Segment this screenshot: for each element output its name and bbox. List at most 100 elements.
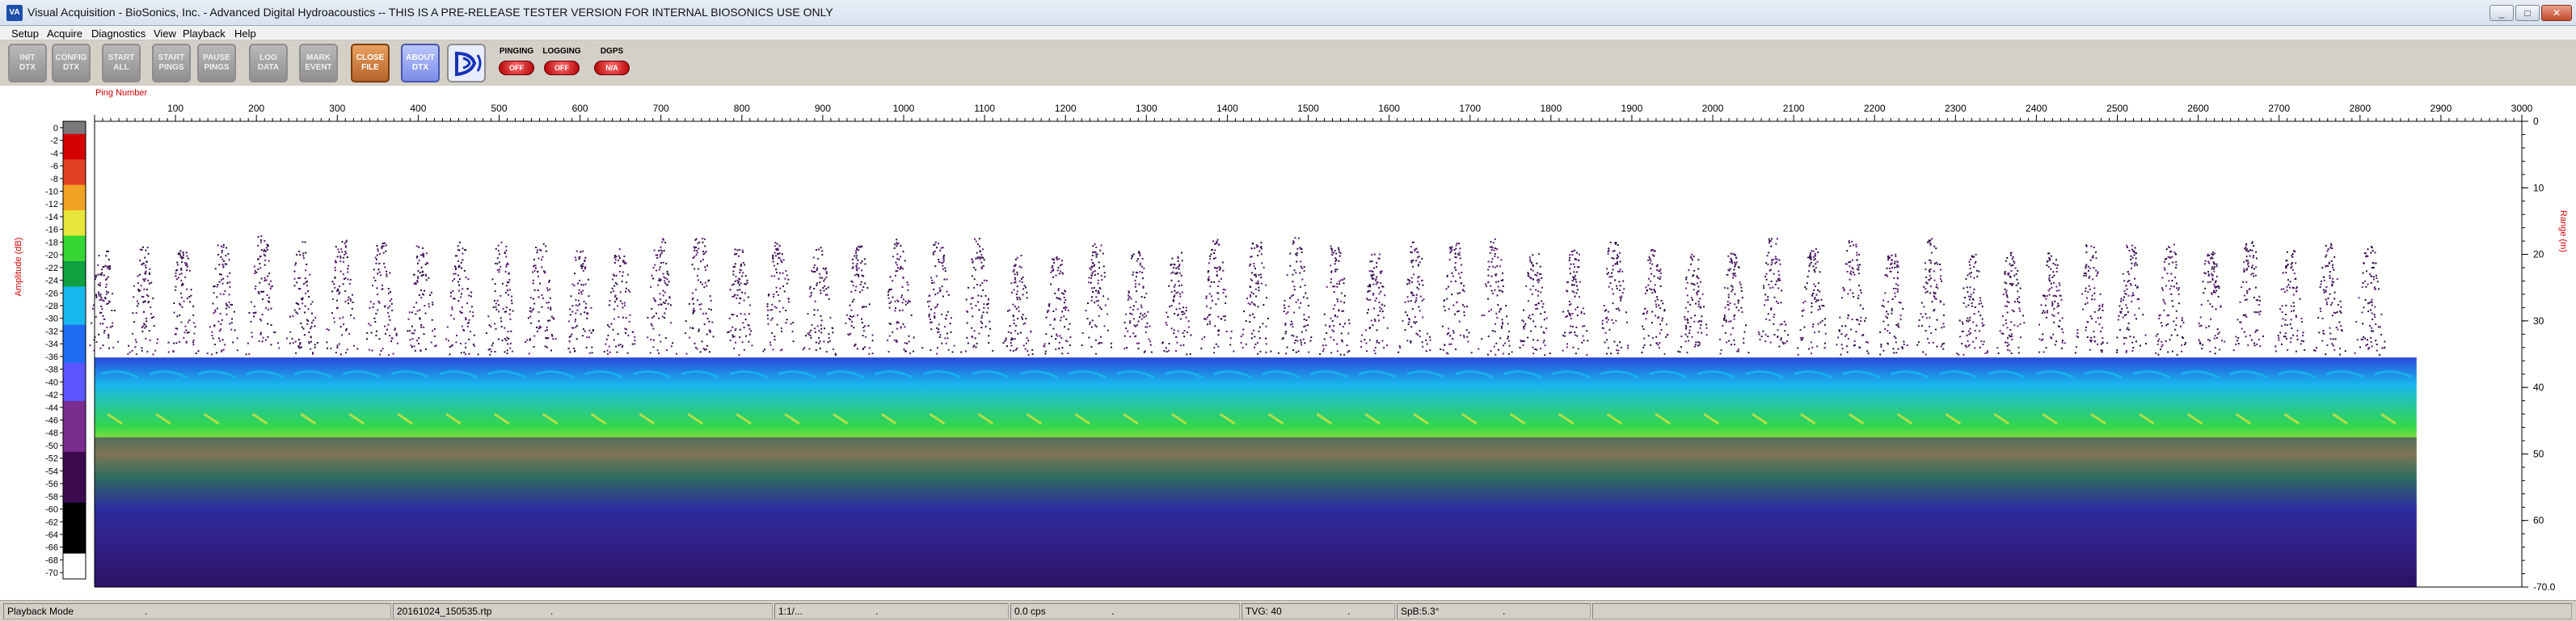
pinging-indicator: PINGING OFF	[495, 44, 538, 82]
window-title: Visual Acquisition - BioSonics, Inc. - A…	[27, 6, 833, 19]
menu-playback[interactable]: Playback	[183, 27, 226, 40]
x-tick-label: 1300	[1136, 103, 1157, 114]
mark-event-button[interactable]: MARK EVENT	[299, 44, 338, 82]
about-dtx-button[interactable]: ABOUT DTX	[401, 44, 440, 82]
init-dtx-button[interactable]: INIT DTX	[8, 44, 47, 82]
range-tick-label: 60	[2533, 515, 2544, 526]
pinging-label: PINGING	[499, 47, 534, 56]
amplitude-tick-label: -8	[50, 175, 58, 184]
status-file-dot: .	[550, 606, 554, 617]
range-tick-label: 0	[2533, 116, 2539, 127]
biosonics-logo-icon[interactable]	[447, 44, 486, 82]
amplitude-tick-label: -4	[50, 149, 58, 158]
amplitude-tick-label: -56	[45, 479, 58, 489]
x-tick-label: 900	[815, 103, 831, 114]
x-tick-label: 1500	[1297, 103, 1319, 114]
amplitude-tick-label: -40	[45, 378, 58, 387]
pinging-state: OFF	[499, 61, 534, 75]
amplitude-tick-label: -2	[50, 137, 58, 146]
config-dtx-button[interactable]: CONFIG DTX	[52, 44, 91, 82]
status-mode-text: Playback Mode	[7, 606, 74, 617]
x-tick-label: 700	[653, 103, 669, 114]
amplitude-tick-label: -42	[45, 391, 58, 400]
x-tick-label: 2100	[1783, 103, 1805, 114]
amplitude-tick-label: -20	[45, 251, 58, 260]
status-rate-dot: .	[1111, 606, 1115, 617]
x-tick-label: 800	[734, 103, 750, 114]
log-data-button[interactable]: LOG DATA	[249, 44, 288, 82]
amplitude-tick-label: -28	[45, 302, 58, 311]
menu-help[interactable]: Help	[234, 27, 256, 40]
echogram-svg[interactable]: 100 200 300 400 500 600 700 800 900 1000 1100 1200 1…	[0, 86, 2576, 600]
x-tick-label: 1000	[893, 103, 915, 114]
status-beam-dot: .	[1503, 606, 1506, 617]
maximize-button[interactable]: □	[2515, 5, 2540, 21]
x-tick-label: 300	[329, 103, 345, 114]
status-mode-dot: .	[145, 606, 148, 617]
pause-pings-button[interactable]: PAUSE PINGS	[197, 44, 236, 82]
menu-acquire[interactable]: Acquire	[47, 27, 82, 40]
amplitude-tick-label: -14	[45, 213, 58, 222]
amplitude-tick-label: -32	[45, 327, 58, 336]
status-file: 20161024_150535.rtp.	[393, 603, 773, 619]
status-beam-text: SpB:5.3°	[1401, 606, 1440, 617]
sub-bottom-layer	[95, 437, 2417, 587]
menu-setup[interactable]: Setup	[11, 27, 39, 40]
amplitude-tick-label: -68	[45, 556, 58, 565]
amplitude-tick-label: -12	[45, 200, 58, 209]
unrecorded-area	[2416, 121, 2522, 587]
amplitude-tick-label: -60	[45, 505, 58, 515]
amplitude-tick-label: -62	[45, 518, 58, 527]
dgps-label: DGPS	[600, 47, 624, 56]
x-tick-label: 2600	[2187, 103, 2209, 114]
amplitude-tick-label: -26	[45, 289, 58, 298]
x-tick-label: 600	[572, 103, 588, 114]
logging-state: OFF	[544, 61, 580, 75]
status-rate-text: 0.0 cps	[1014, 606, 1046, 617]
menu-view[interactable]: View	[154, 27, 176, 40]
x-tick-label: 1800	[1540, 103, 1562, 114]
status-beam: SpB:5.3°.	[1397, 603, 1591, 619]
start-pings-button[interactable]: START PINGS	[152, 44, 191, 82]
amplitude-tick-label: -64	[45, 530, 58, 540]
status-bar: Playback Mode. 20161024_150535.rtp. 1:1/…	[0, 600, 2576, 621]
status-ratio: 1:1/....	[774, 603, 1009, 619]
minimize-button[interactable]: _	[2490, 5, 2514, 21]
menu-diagnostics[interactable]: Diagnostics	[91, 27, 145, 40]
x-tick-label: 3000	[2511, 103, 2533, 114]
status-tvg-dot: .	[1347, 606, 1351, 617]
status-tvg: TVG: 40.	[1242, 603, 1395, 619]
amplitude-tick-label: -48	[45, 429, 58, 438]
title-bar[interactable]: VA Visual Acquisition - BioSonics, Inc. …	[0, 0, 2576, 26]
app-icon[interactable]: VA	[6, 5, 23, 21]
amplitude-tick-label: -30	[45, 315, 58, 324]
status-mode: Playback Mode.	[3, 603, 391, 619]
range-axis-label: Range (m)	[2558, 210, 2568, 252]
amplitude-tick-label: -44	[45, 403, 58, 413]
amplitude-tick-label: -52	[45, 454, 58, 464]
amplitude-tick-label: -70	[45, 568, 58, 578]
x-tick-label: 1100	[974, 103, 995, 114]
x-tick-label: 1400	[1216, 103, 1238, 114]
x-tick-label: 100	[167, 103, 183, 114]
echogram-panel: 100 200 300 400 500 600 700 800 900 1000 1100 1200 1…	[0, 86, 2576, 600]
amplitude-tick-label: -66	[45, 543, 58, 553]
x-tick-label: 2200	[1864, 103, 1886, 114]
amplitude-tick-label: -46	[45, 416, 58, 425]
status-tvg-text: TVG: 40	[1246, 606, 1282, 617]
visual-acquisition-window: VA Visual Acquisition - BioSonics, Inc. …	[0, 0, 2576, 621]
range-tick-label: 40	[2533, 382, 2544, 393]
amplitude-tick-label: -54	[45, 467, 58, 476]
amplitude-tick-label: -18	[45, 238, 58, 247]
amplitude-tick-label: -16	[45, 226, 58, 235]
range-tick-label: -70.0	[2533, 581, 2556, 593]
close-window-button[interactable]: ✕	[2541, 5, 2572, 21]
x-tick-label: 1200	[1055, 103, 1077, 114]
menu-bar: Setup Acquire Diagnostics View Playback …	[0, 26, 2576, 40]
x-tick-label: 2700	[2268, 103, 2290, 114]
close-file-button[interactable]: CLOSE FILE	[351, 44, 390, 82]
status-file-text: 20161024_150535.rtp	[397, 606, 492, 617]
start-all-button[interactable]: START ALL	[102, 44, 141, 82]
x-tick-label: 500	[491, 103, 507, 114]
x-tick-label: 1700	[1459, 103, 1481, 114]
